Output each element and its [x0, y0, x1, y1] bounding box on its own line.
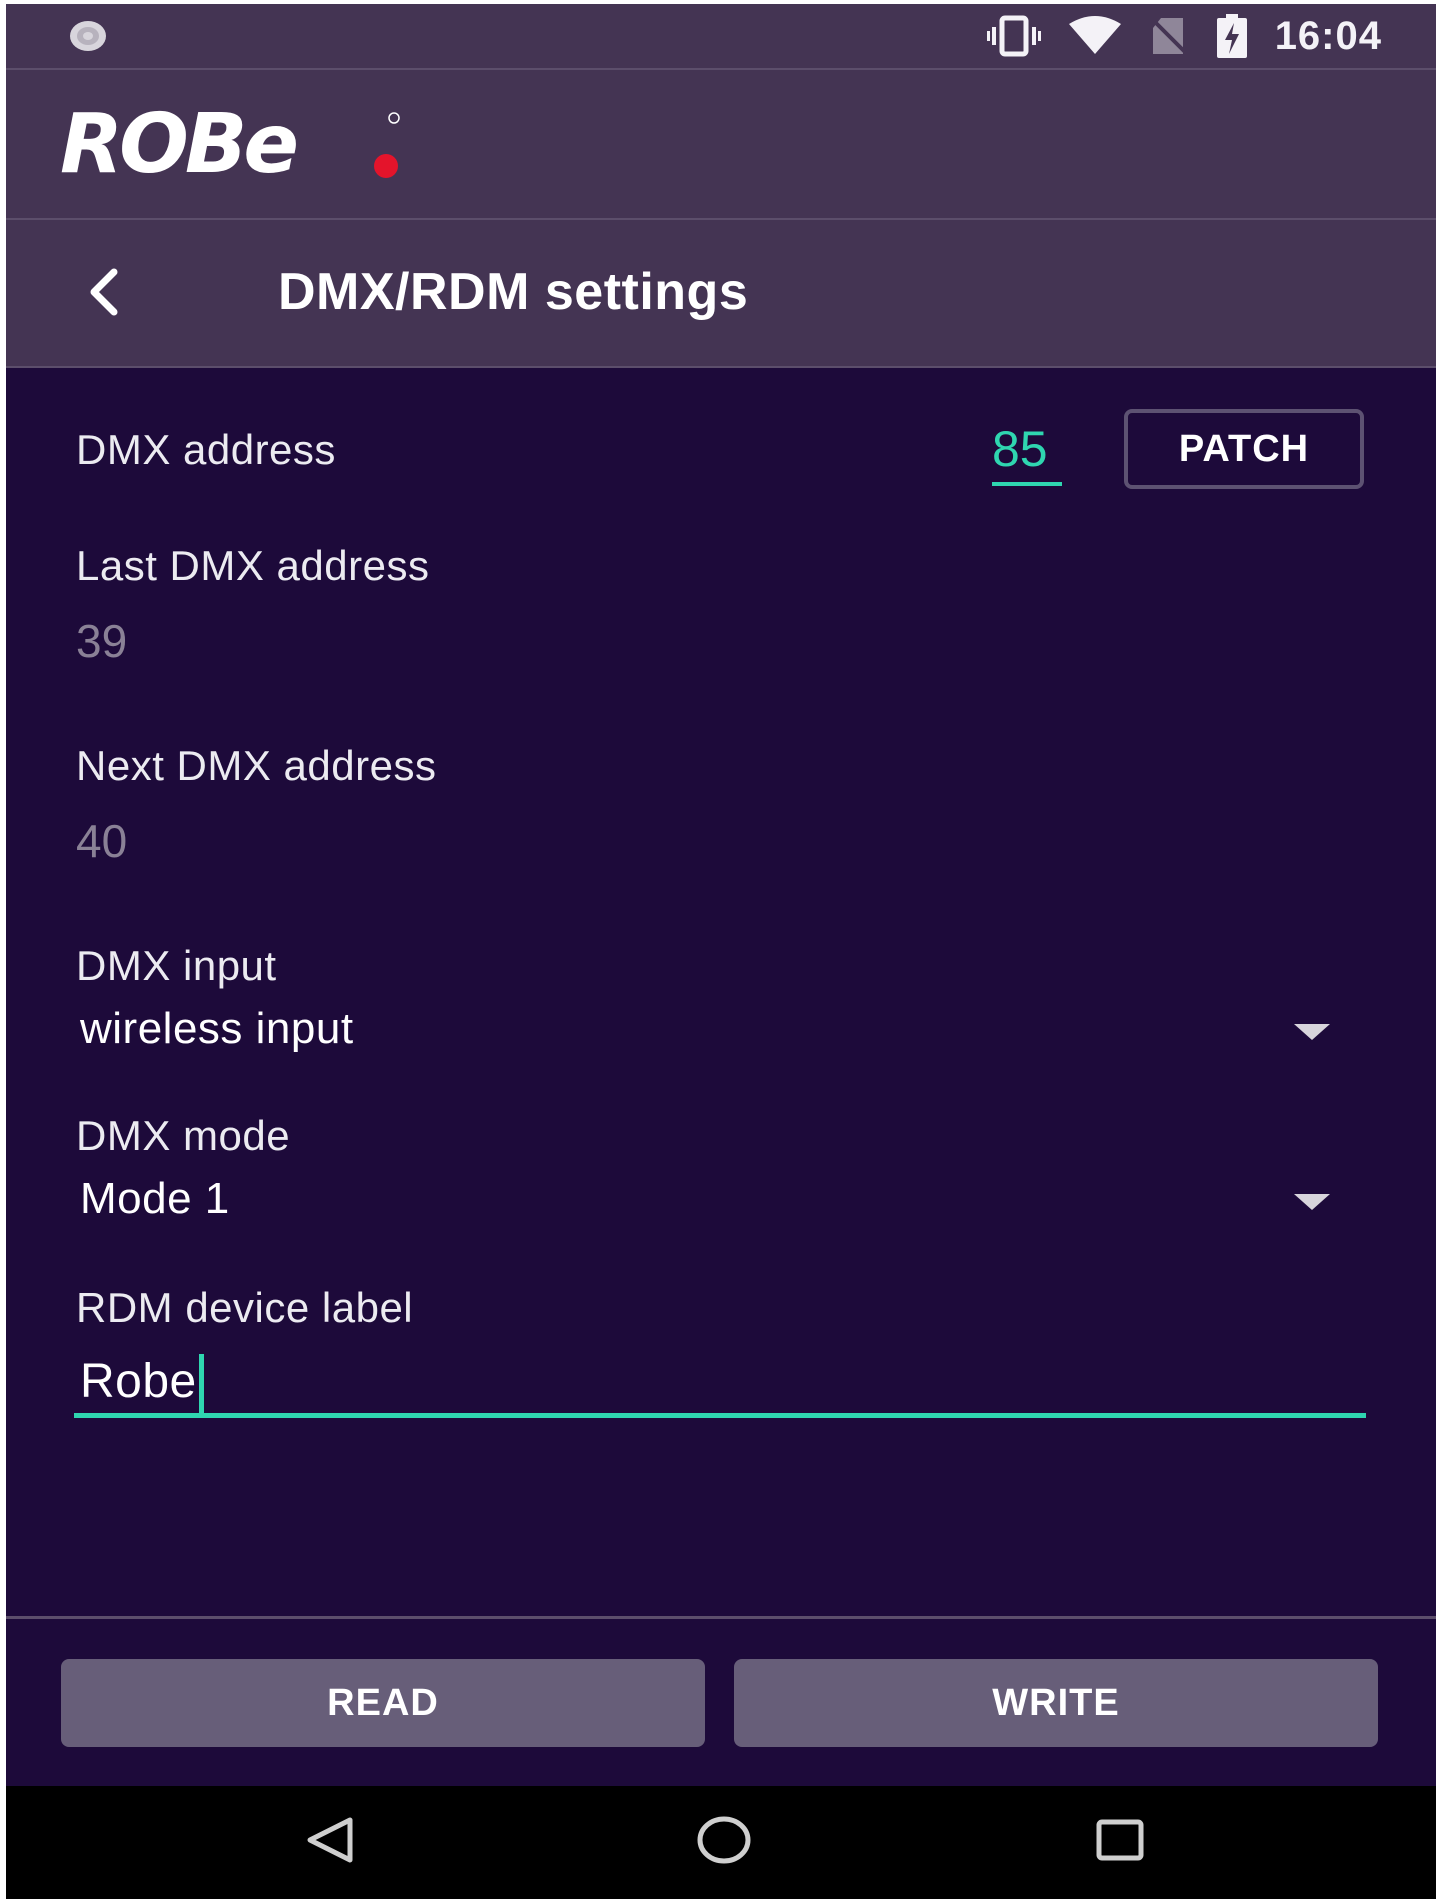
rdm-device-label-input[interactable]: Robe: [74, 1350, 1364, 1422]
wifi-icon: [1068, 16, 1121, 54]
text-caret: [199, 1354, 204, 1416]
write-button[interactable]: WRITE: [734, 1659, 1378, 1747]
home-circle-icon[interactable]: [696, 1814, 752, 1866]
dmx-address-input[interactable]: 85: [992, 416, 1064, 486]
dmx-input-dropdown[interactable]: wireless input: [74, 1004, 1334, 1064]
vibrate-icon: [986, 15, 1041, 57]
screen: 16:04 ROBe DMX/RDM settings DMX address …: [6, 4, 1436, 1899]
dmx-input-label: DMX input: [76, 942, 277, 989]
settings-gear-icon: [70, 21, 106, 51]
back-button[interactable]: [76, 260, 140, 324]
last-dmx-address-label: Last DMX address: [76, 542, 430, 589]
dmx-address-value: 85: [992, 421, 1048, 477]
read-button[interactable]: READ: [61, 1659, 705, 1747]
navigation-bar: [6, 1786, 1436, 1899]
dmx-input-selected: wireless input: [80, 1004, 354, 1053]
patch-button[interactable]: PATCH: [1124, 409, 1364, 489]
last-dmx-address-value: 39: [76, 615, 128, 667]
rdm-device-label-label: RDM device label: [76, 1284, 414, 1331]
recents-square-icon[interactable]: [1094, 1814, 1146, 1866]
battery-charging-icon: [1216, 14, 1247, 58]
actions-bar: READ WRITE: [6, 1616, 1436, 1789]
status-time: 16:04: [1274, 13, 1382, 58]
app-bar: DMX/RDM settings: [6, 220, 1436, 368]
dropdown-arrow-icon: [1294, 1024, 1330, 1040]
svg-text:ROBe: ROBe: [60, 104, 296, 184]
rdm-input-underline: [74, 1413, 1366, 1418]
rdm-device-label-value: Robe: [80, 1355, 197, 1408]
no-sim-icon: [1149, 16, 1189, 56]
dmx-mode-label: DMX mode: [76, 1112, 291, 1159]
dmx-address-label: DMX address: [76, 426, 336, 473]
brand-bar: ROBe: [6, 70, 1436, 220]
dmx-address-underline: [992, 482, 1062, 486]
status-bar: 16:04: [6, 4, 1436, 70]
page-title: DMX/RDM settings: [278, 263, 749, 321]
back-triangle-icon[interactable]: [304, 1814, 356, 1866]
next-dmx-address-label: Next DMX address: [76, 742, 437, 789]
dropdown-arrow-icon: [1294, 1194, 1330, 1210]
dmx-mode-dropdown[interactable]: Mode 1: [74, 1174, 1334, 1234]
next-dmx-address-value: 40: [76, 815, 128, 867]
robe-logo: ROBe: [60, 104, 400, 184]
dmx-mode-selected: Mode 1: [80, 1174, 230, 1223]
